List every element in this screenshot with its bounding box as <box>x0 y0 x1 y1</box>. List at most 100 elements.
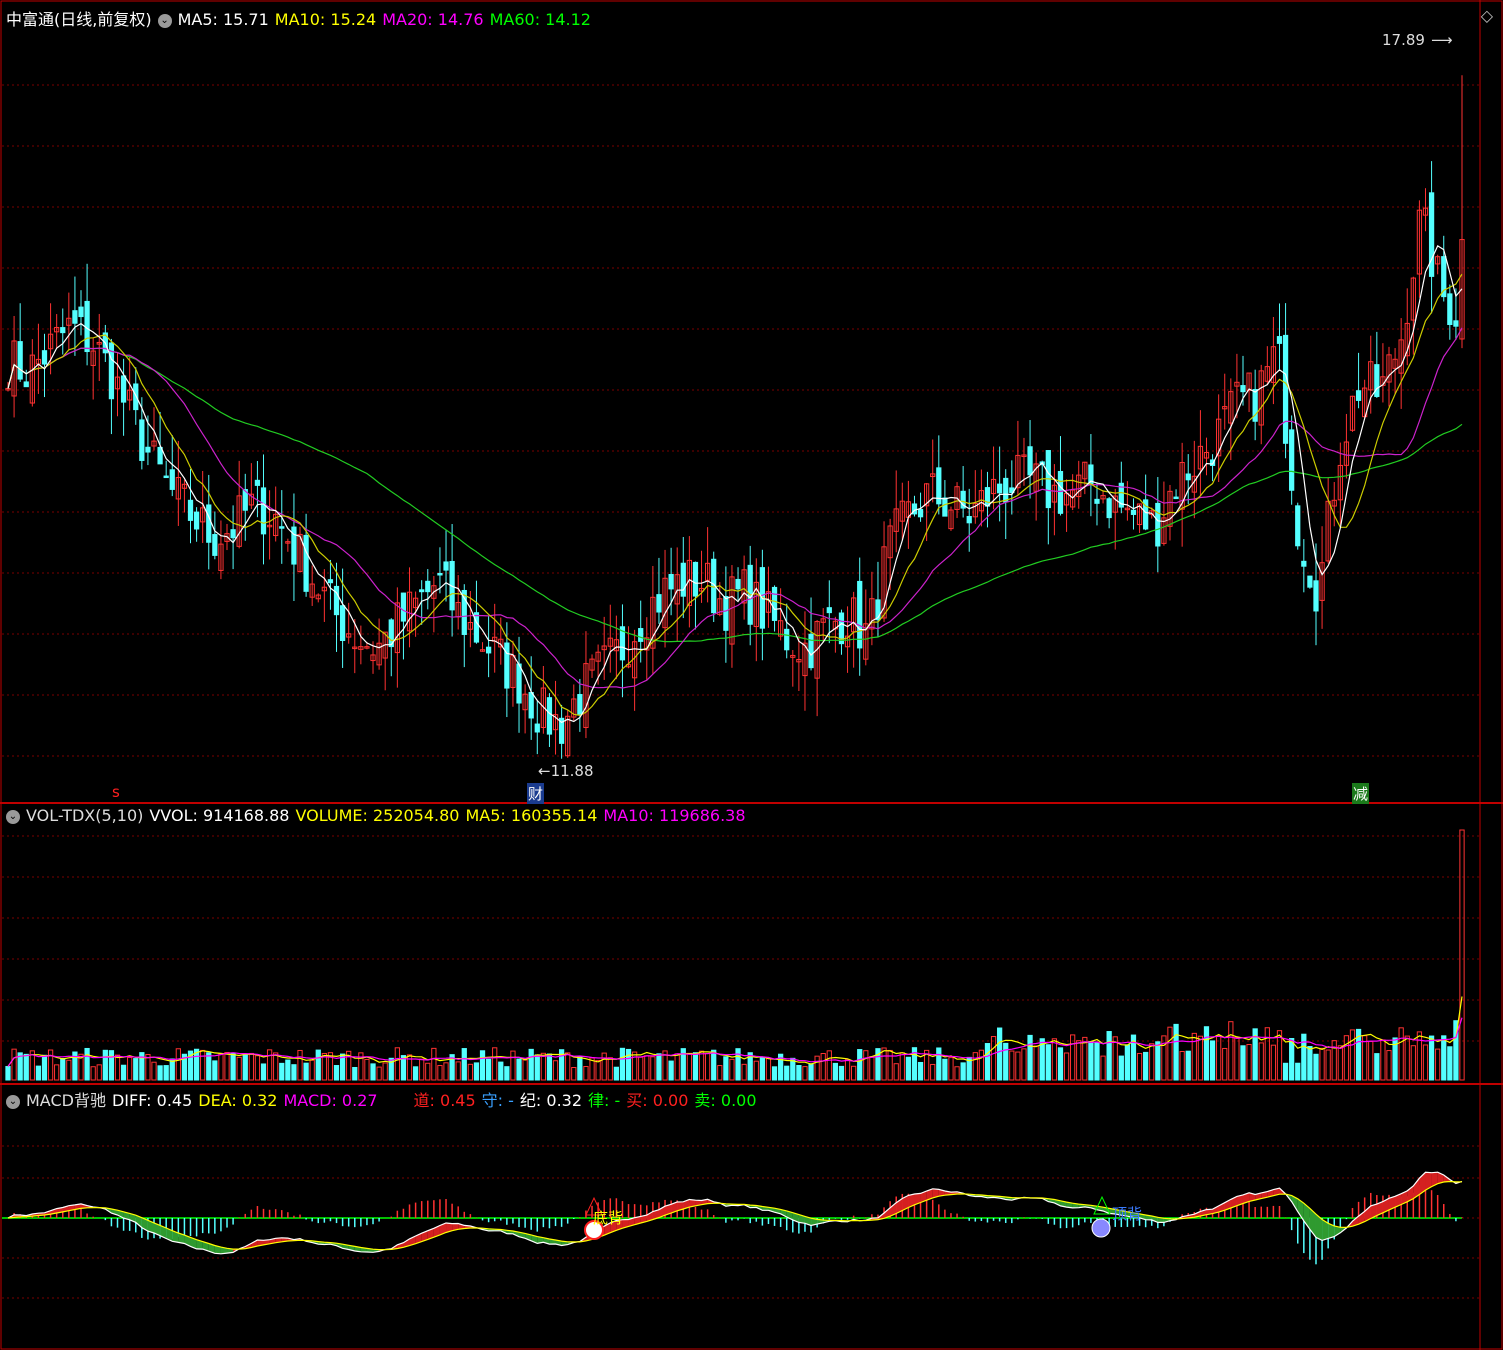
volume-bar <box>644 1055 650 1081</box>
macd-diff-line <box>7 1171 1463 1255</box>
candle-body <box>78 306 84 318</box>
volume-bar <box>1088 1041 1094 1081</box>
ma-label-3: MA60: 14.12 <box>489 10 591 29</box>
volume-bar <box>1459 829 1465 1081</box>
volume-bar <box>157 1065 163 1081</box>
candle-body <box>145 446 151 453</box>
volume-bar <box>1289 1038 1295 1081</box>
finance-marker[interactable]: 财 <box>527 783 545 804</box>
volume-bar <box>498 1061 504 1081</box>
sell-signal-icon <box>1091 1218 1111 1238</box>
candle-body <box>1057 470 1064 514</box>
candle-body <box>485 646 492 654</box>
volume-bar <box>540 1052 546 1081</box>
macd-signal-label-2: 纪: 0.32 <box>519 1091 583 1110</box>
candle-body <box>1289 429 1295 491</box>
volume-bar <box>1410 1045 1416 1081</box>
candle-body <box>771 586 778 621</box>
macd-label-0: DIFF: 0.45 <box>111 1091 193 1110</box>
ma-label-0: MA5: 15.71 <box>177 10 269 29</box>
volume-bar <box>1380 1039 1386 1081</box>
candle-body <box>1295 505 1301 547</box>
volume-bar <box>997 1027 1003 1081</box>
candle-body <box>1003 477 1009 503</box>
volume-bar <box>1368 1041 1374 1081</box>
volume-bar <box>224 1051 230 1081</box>
volume-bar <box>1106 1031 1112 1081</box>
volume-bar <box>613 1066 619 1081</box>
volume-bar <box>552 1060 559 1081</box>
volume-bar <box>425 1062 431 1081</box>
candle-body <box>723 596 729 631</box>
volume-bar <box>206 1052 212 1081</box>
ma10-line <box>7 273 1463 717</box>
volume-bar <box>1374 1053 1380 1081</box>
volume-bar <box>1307 1046 1313 1081</box>
ma5-line <box>7 245 1463 724</box>
volume-bar <box>145 1054 151 1081</box>
candle-body <box>857 580 863 649</box>
volume-bar <box>1149 1043 1155 1081</box>
reduction-marker[interactable]: 减 <box>1352 783 1370 804</box>
volume-bar <box>303 1062 309 1081</box>
volume-bar <box>638 1056 644 1081</box>
vol-label-0: VVOL: 914168.88 <box>149 806 290 825</box>
candle-body <box>1355 390 1362 401</box>
volume-bar <box>990 1036 997 1081</box>
volume-bar <box>1155 1041 1161 1081</box>
volume-bar <box>120 1064 127 1081</box>
volume-bar <box>236 1056 242 1081</box>
candle-body <box>327 579 334 584</box>
candle-body <box>638 628 644 642</box>
volume-bar <box>127 1056 133 1081</box>
volume-bar <box>1100 1055 1106 1081</box>
volume-bar <box>1295 1062 1301 1081</box>
candle-body <box>254 479 261 486</box>
candle-body <box>1301 560 1307 567</box>
volume-bar <box>759 1056 766 1081</box>
volume-bar <box>704 1052 711 1081</box>
volume-bar <box>412 1066 419 1081</box>
volume-bar <box>1209 1040 1216 1081</box>
candle-body <box>60 327 66 334</box>
volume-bar <box>504 1066 510 1081</box>
volume-bar <box>899 1052 905 1081</box>
volume-bar <box>114 1054 121 1081</box>
volume-bar <box>90 1066 96 1081</box>
volume-bar <box>607 1057 613 1081</box>
macd-settings-icon[interactable]: ⌄ <box>6 1094 20 1109</box>
volume-bar <box>522 1059 528 1081</box>
volume-bar <box>102 1049 108 1081</box>
candle-body <box>668 574 674 590</box>
volume-bar <box>370 1063 376 1081</box>
candle-body <box>1185 473 1191 481</box>
volume-bar <box>905 1056 912 1081</box>
candle-body <box>1282 334 1289 444</box>
volume-bar <box>534 1054 540 1081</box>
candle-body <box>187 499 194 521</box>
volume-bar <box>741 1063 747 1081</box>
candle-body <box>419 589 425 593</box>
volume-bar <box>656 1053 662 1081</box>
window-diamond-icon[interactable]: ◇ <box>1481 6 1493 25</box>
volume-bar <box>601 1052 607 1081</box>
settings-icon[interactable]: ⌄ <box>157 13 172 28</box>
volume-settings-icon[interactable]: ⌄ <box>6 809 20 824</box>
chart-frame <box>0 0 1503 1350</box>
volume-bar <box>5 1066 11 1081</box>
volume-bar <box>869 1056 875 1081</box>
volume-bar <box>802 1066 808 1081</box>
volume-bar <box>771 1066 778 1081</box>
candle-body <box>984 487 991 507</box>
volume-bar <box>1118 1055 1124 1081</box>
stock-title: 中富通(日线,前复权) <box>6 10 152 29</box>
volume-bar <box>893 1063 899 1081</box>
volume-bar <box>692 1052 699 1081</box>
stock-chart[interactable] <box>0 0 1503 1350</box>
candle-body <box>193 511 200 530</box>
candle-body <box>437 572 443 576</box>
volume-bar <box>11 1048 17 1081</box>
volume-bar <box>1435 1048 1441 1081</box>
volume-bar <box>455 1061 461 1081</box>
volume-bar <box>972 1052 978 1081</box>
